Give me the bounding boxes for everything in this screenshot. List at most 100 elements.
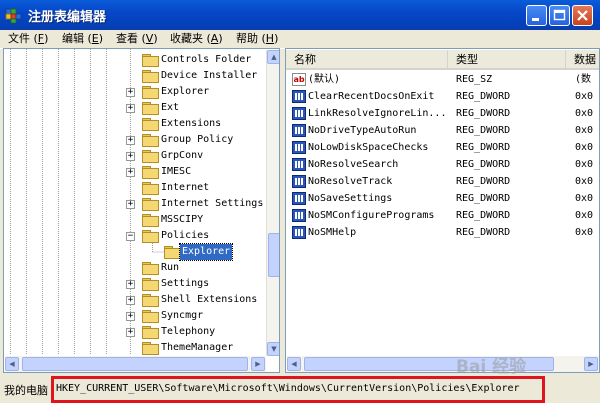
folder-icon — [142, 342, 159, 355]
tree-vertical-scrollbar[interactable]: ▲ ▼ — [266, 50, 279, 356]
tree-item[interactable]: Controls Folder — [4, 52, 266, 68]
value-row[interactable]: NoDriveTypeAutoRun REG_DWORD 0x0 — [286, 122, 599, 139]
tree-item[interactable]: + Syncmgr — [4, 308, 266, 324]
binary-value-icon — [292, 90, 306, 103]
tree-item[interactable]: + Internet Settings — [4, 196, 266, 212]
tree-item-selected[interactable]: Explorer — [4, 243, 266, 261]
column-header-data[interactable]: 数据 — [566, 50, 599, 70]
binary-value-icon — [292, 209, 306, 222]
window-title: 注册表编辑器 — [28, 10, 107, 25]
tree-pane[interactable]: Controls Folder Device Installer + Explo… — [3, 48, 280, 373]
values-pane[interactable]: 名称 类型 数据 ab (默认) REG_SZ (数 ClearRecentDo… — [285, 48, 600, 373]
tree-item-label: Telephony — [161, 326, 216, 337]
expand-toggle[interactable]: + — [126, 312, 135, 321]
tree-item-label: Device Installer — [161, 70, 258, 81]
menu-bar: 文件 (F) 编辑 (E) 查看 (V) 收藏夹 (A) 帮助 (H) — [0, 30, 600, 49]
menu-edit[interactable]: 编辑 (E) — [62, 31, 103, 47]
value-row[interactable]: NoSMConfigurePrograms REG_DWORD 0x0 — [286, 207, 599, 224]
tree-item-label: Internet Settings — [161, 198, 264, 209]
value-row[interactable]: LinkResolveIgnoreLin... REG_DWORD 0x0 — [286, 105, 599, 122]
tree-item-label: Syncmgr — [161, 310, 204, 321]
values-horizontal-scrollbar[interactable]: ◀ ▶ — [287, 356, 599, 372]
value-row[interactable]: NoSaveSettings REG_DWORD 0x0 — [286, 190, 599, 207]
menu-favorites-label: 收藏夹 — [170, 32, 203, 45]
folder-icon — [142, 198, 159, 211]
expand-toggle[interactable]: + — [126, 136, 135, 145]
collapse-toggle[interactable]: − — [126, 232, 135, 241]
binary-value-icon — [292, 158, 306, 171]
tree-item[interactable]: + GrpConv — [4, 148, 266, 164]
column-header-name[interactable]: 名称 — [286, 50, 448, 70]
tree-item[interactable]: + Shell Extensions — [4, 292, 266, 308]
scroll-right-button[interactable]: ▶ — [251, 357, 265, 371]
folder-icon — [142, 294, 159, 307]
tree-item[interactable]: − Policies — [4, 228, 266, 244]
folder-icon — [142, 150, 159, 163]
scroll-up-button[interactable]: ▲ — [267, 50, 279, 64]
scroll-thumb[interactable] — [268, 233, 279, 277]
folder-icon — [142, 86, 159, 99]
expand-toggle[interactable]: + — [126, 88, 135, 97]
tree-item[interactable]: + Ext — [4, 100, 266, 116]
expand-toggle[interactable]: + — [126, 280, 135, 289]
value-row[interactable]: ab (默认) REG_SZ (数 — [286, 71, 599, 88]
scroll-right-button[interactable]: ▶ — [584, 357, 598, 371]
column-header-type[interactable]: 类型 — [448, 50, 566, 70]
tree-item[interactable]: + Telephony — [4, 324, 266, 340]
expand-toggle[interactable]: + — [126, 152, 135, 161]
expand-toggle[interactable]: + — [126, 168, 135, 177]
binary-value-icon — [292, 107, 306, 120]
folder-icon — [142, 262, 159, 275]
tree-item[interactable]: Internet — [4, 180, 266, 196]
tree-item[interactable]: + IMESC — [4, 164, 266, 180]
tree-item[interactable]: ThemeManager — [4, 340, 266, 356]
tree-horizontal-scrollbar[interactable]: ◀ ▶ — [5, 356, 266, 372]
folder-icon — [142, 134, 159, 147]
binary-value-icon — [292, 141, 306, 154]
menu-edit-label: 编辑 — [62, 32, 84, 45]
value-row[interactable]: NoLowDiskSpaceChecks REG_DWORD 0x0 — [286, 139, 599, 156]
scroll-left-button[interactable]: ◀ — [5, 357, 19, 371]
expand-toggle[interactable]: + — [126, 104, 135, 113]
menu-help[interactable]: 帮助 (H) — [236, 31, 278, 47]
minimize-icon — [532, 18, 539, 21]
menu-view[interactable]: 查看 (V) — [116, 31, 158, 47]
title-bar[interactable]: 注册表编辑器 — [0, 0, 600, 30]
scroll-thumb[interactable] — [22, 357, 248, 371]
maximize-button[interactable] — [549, 5, 570, 26]
tree-item[interactable]: MSSCIPY — [4, 212, 266, 228]
tree-item[interactable]: Device Installer — [4, 68, 266, 84]
folder-icon — [142, 166, 159, 179]
value-row[interactable]: ClearRecentDocsOnExit REG_DWORD 0x0 — [286, 88, 599, 105]
tree-item[interactable]: + Group Policy — [4, 132, 266, 148]
tree-item[interactable]: Run — [4, 260, 266, 276]
menu-favorites[interactable]: 收藏夹 (A) — [170, 31, 223, 47]
binary-value-icon — [292, 192, 306, 205]
tree-item[interactable]: Extensions — [4, 116, 266, 132]
tree-item[interactable]: + Settings — [4, 276, 266, 292]
folder-open-icon — [164, 246, 181, 259]
menu-file[interactable]: 文件 (F) — [8, 31, 48, 47]
menu-edit-key: E — [91, 32, 99, 45]
tree-item-label: IMESC — [161, 166, 192, 177]
minimize-button[interactable] — [526, 5, 547, 26]
value-row[interactable]: NoResolveSearch REG_DWORD 0x0 — [286, 156, 599, 173]
expand-toggle[interactable]: + — [126, 200, 135, 209]
binary-value-icon — [292, 226, 306, 239]
close-button[interactable] — [572, 5, 593, 26]
folder-open-icon — [142, 230, 159, 243]
expand-toggle[interactable]: + — [126, 328, 135, 337]
regedit-window: 注册表编辑器 文件 (F) 编辑 (E) 查看 (V) 收藏夹 (A) 帮助 (… — [0, 0, 600, 403]
expand-toggle[interactable]: + — [126, 296, 135, 305]
close-icon — [577, 10, 588, 21]
maximize-icon — [553, 9, 566, 21]
status-prefix: 我的电脑 — [4, 384, 48, 397]
scroll-down-button[interactable]: ▼ — [267, 342, 279, 356]
tree-item[interactable]: + Explorer — [4, 84, 266, 100]
menu-help-key: H — [265, 32, 275, 45]
tree-item-label: Group Policy — [161, 134, 234, 145]
scroll-left-button[interactable]: ◀ — [287, 357, 301, 371]
value-row[interactable]: NoResolveTrack REG_DWORD 0x0 — [286, 173, 599, 190]
tree-item-label: GrpConv — [161, 150, 204, 161]
value-row[interactable]: NoSMHelp REG_DWORD 0x0 — [286, 224, 599, 241]
